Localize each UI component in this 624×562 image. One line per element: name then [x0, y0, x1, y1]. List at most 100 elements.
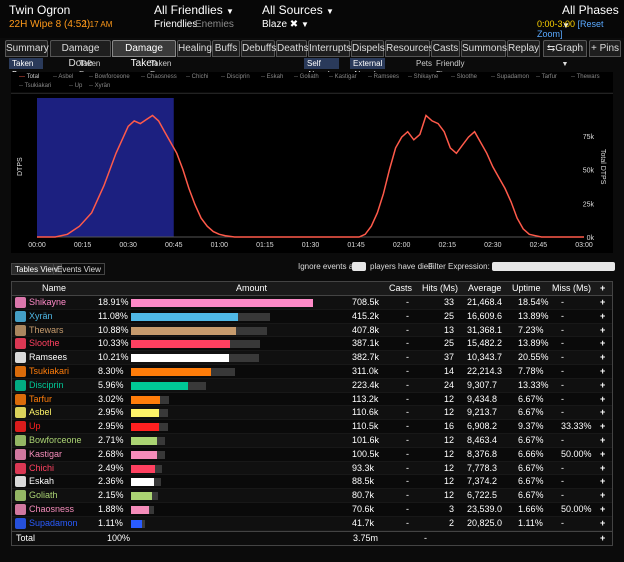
row-name[interactable]: Shikayne: [29, 297, 66, 307]
row-add-button[interactable]: +: [600, 490, 605, 500]
legend-item[interactable]: -- Chichi: [186, 74, 208, 80]
filter-pets[interactable]: Pets: [413, 58, 435, 69]
table-row[interactable]: Thewars 10.88% 407.8k - 13 31,368.1 7.23% - +: [12, 323, 612, 338]
sources-dropdown[interactable]: All Sources ▼: [262, 3, 334, 17]
tab-healing[interactable]: Healing: [177, 40, 212, 57]
row-add-button[interactable]: +: [600, 407, 605, 417]
row-name[interactable]: Up: [29, 421, 41, 431]
tab-events-view[interactable]: Events View: [53, 263, 105, 275]
row-add-button[interactable]: +: [600, 366, 605, 376]
legend-item[interactable]: -- Disciprin: [221, 74, 250, 80]
subtab-taken-from-source[interactable]: Taken From Source: [76, 58, 107, 90]
legend-item[interactable]: -- Ramsees: [368, 74, 399, 80]
row-name[interactable]: Chaosness: [29, 504, 74, 514]
filter-external-absorbs[interactable]: External Absorbs: [350, 58, 386, 79]
attempt-label[interactable]: 22H Wipe 8 (4:52): [9, 19, 90, 30]
tab-replay[interactable]: Replay: [507, 40, 540, 57]
legend-item[interactable]: -- Tarfur: [536, 74, 557, 80]
filter-friendly-fire[interactable]: Friendly Fire: [433, 58, 467, 79]
table-row[interactable]: Goliath 2.15% 80.7k - 12 6,722.5 6.67% - +: [12, 489, 612, 503]
filter-self-absorbs[interactable]: Self Absorbs: [304, 58, 340, 79]
row-add-button[interactable]: +: [600, 463, 605, 473]
legend-item[interactable]: -- Xyrän: [89, 83, 110, 89]
col-name[interactable]: Name: [42, 283, 66, 293]
table-row[interactable]: Sloothe 10.33% 387.1k - 25 15,482.2 13.89% - +: [12, 337, 612, 352]
table-row[interactable]: Eskah 2.36% 88.5k - 12 7,374.2 6.67% - +: [12, 475, 612, 490]
table-row[interactable]: Tsukiakari 8.30% 311.0k - 14 22,214.3 7.78% - +: [12, 365, 612, 379]
row-name[interactable]: Thewars: [29, 325, 64, 335]
row-add-button[interactable]: +: [600, 311, 605, 321]
col-miss[interactable]: Miss (Ms): [552, 283, 591, 293]
tab-buffs[interactable]: Buffs: [212, 40, 240, 57]
col-hits[interactable]: Hits (Ms): [422, 283, 458, 293]
table-row[interactable]: Kastigar 2.68% 100.5k - 12 8,376.8 6.66% 50.00%…: [12, 448, 612, 462]
tab-deaths[interactable]: Deaths: [276, 40, 309, 57]
table-row[interactable]: Chaosness 1.88% 70.6k - 3 23,539.0 1.66% 50.00%…: [12, 503, 612, 517]
zoom-highlight[interactable]: [37, 98, 174, 237]
dtps-chart[interactable]: 00:00 00:15 00:30 00:45 01:00 01:15 01:30 01:45…: [11, 93, 613, 253]
tab-damage-done[interactable]: Damage Done: [50, 40, 111, 69]
row-add-button[interactable]: +: [600, 352, 605, 362]
row-add-button[interactable]: +: [600, 435, 605, 445]
row-add-button[interactable]: +: [600, 297, 605, 307]
dtps-chart-svg[interactable]: 00:00 00:15 00:30 00:45 01:00 01:15 01:30 01:45…: [11, 94, 613, 254]
table-row[interactable]: Up 2.95% 110.5k - 16 6,908.2 9.37% 33.33% +: [12, 420, 612, 434]
tab-resources[interactable]: Resources: [385, 40, 434, 57]
row-add-button[interactable]: +: [600, 518, 605, 528]
table-row[interactable]: Shikayne 18.91% 708.5k - 33 21,468.4 18.54% - +: [12, 296, 612, 310]
table-row[interactable]: Bowforceone 2.71% 101.6k - 12 8,463.4 6.67% - +: [12, 433, 612, 448]
legend-item[interactable]: -- Tsukiakari: [19, 83, 51, 89]
total-add-button[interactable]: +: [600, 533, 605, 543]
graph-dropdown[interactable]: ⇆Graph ▼: [543, 40, 587, 68]
pins-button[interactable]: + Pins: [589, 40, 621, 57]
legend-item[interactable]: -- Sloothe: [451, 74, 477, 80]
col-uptime[interactable]: Uptime: [512, 283, 541, 293]
row-add-button[interactable]: +: [600, 325, 605, 335]
boss-title[interactable]: Twin Ogron: [9, 3, 70, 17]
tab-damage-taken[interactable]: Damage Taken: [112, 40, 176, 69]
col-amount[interactable]: Amount: [236, 283, 267, 293]
tab-debuffs[interactable]: Debuffs: [241, 40, 276, 57]
enemies-tab[interactable]: Enemies: [195, 19, 234, 30]
row-add-button[interactable]: +: [600, 338, 605, 348]
row-name[interactable]: Eskah: [29, 476, 54, 486]
legend-item[interactable]: -- Kastigar: [329, 74, 357, 80]
legend-item[interactable]: -- Bowforceone: [89, 74, 130, 80]
legend-item[interactable]: -- Chaosness: [141, 74, 177, 80]
col-average[interactable]: Average: [468, 283, 501, 293]
row-name[interactable]: Sloothe: [29, 338, 60, 348]
close-icon[interactable]: ✖: [290, 19, 298, 30]
row-add-button[interactable]: +: [600, 476, 605, 486]
row-name[interactable]: Chichi: [29, 463, 54, 473]
row-name[interactable]: Tsukiakari: [29, 366, 69, 376]
subtab-taken-from-ability[interactable]: Taken From Ability: [147, 58, 174, 90]
tab-interrupts[interactable]: Interrupts: [308, 40, 351, 57]
tab-summons[interactable]: Summons: [461, 40, 507, 57]
friendlies-tab[interactable]: Friendlies: [154, 19, 197, 30]
row-add-button[interactable]: +: [600, 394, 605, 404]
row-add-button[interactable]: +: [600, 380, 605, 390]
table-row[interactable]: Asbel 2.95% 110.6k - 12 9,213.7 6.67% - +: [12, 406, 612, 421]
chevron-down-icon[interactable]: ▼: [301, 20, 309, 29]
row-name[interactable]: Ramsees: [29, 352, 67, 362]
row-add-button[interactable]: +: [600, 449, 605, 459]
legend-item[interactable]: -- Supadamon: [491, 74, 529, 80]
row-add-button[interactable]: +: [600, 421, 605, 431]
legend-item[interactable]: -- Up: [69, 83, 82, 89]
subtab-taken-by-friendly[interactable]: Taken By Friendly: [9, 58, 44, 90]
table-row[interactable]: Disciprin 5.96% 223.4k - 24 9,307.7 13.33% - +: [12, 378, 612, 393]
row-name[interactable]: Tarfur: [29, 394, 52, 404]
row-name[interactable]: Bowforceone: [29, 435, 82, 445]
table-row[interactable]: Ramsees 10.21% 382.7k - 37 10,343.7 20.55% - +: [12, 351, 612, 365]
table-row[interactable]: Tarfur 3.02% 113.2k - 12 9,434.8 6.67% - +: [12, 393, 612, 407]
row-name[interactable]: Kastigar: [29, 449, 62, 459]
legend-item[interactable]: -- Eskah: [261, 74, 283, 80]
tab-dispels[interactable]: Dispels: [351, 40, 385, 57]
legend-item[interactable]: -- Thewars: [571, 74, 600, 80]
row-add-button[interactable]: +: [600, 504, 605, 514]
row-name[interactable]: Supadamon: [29, 518, 78, 528]
legend-item[interactable]: -- Goliath: [294, 74, 319, 80]
tab-summary[interactable]: Summary: [5, 40, 49, 57]
friendlies-dropdown[interactable]: All Friendlies ▼: [154, 3, 234, 17]
row-name[interactable]: Goliath: [29, 490, 58, 500]
